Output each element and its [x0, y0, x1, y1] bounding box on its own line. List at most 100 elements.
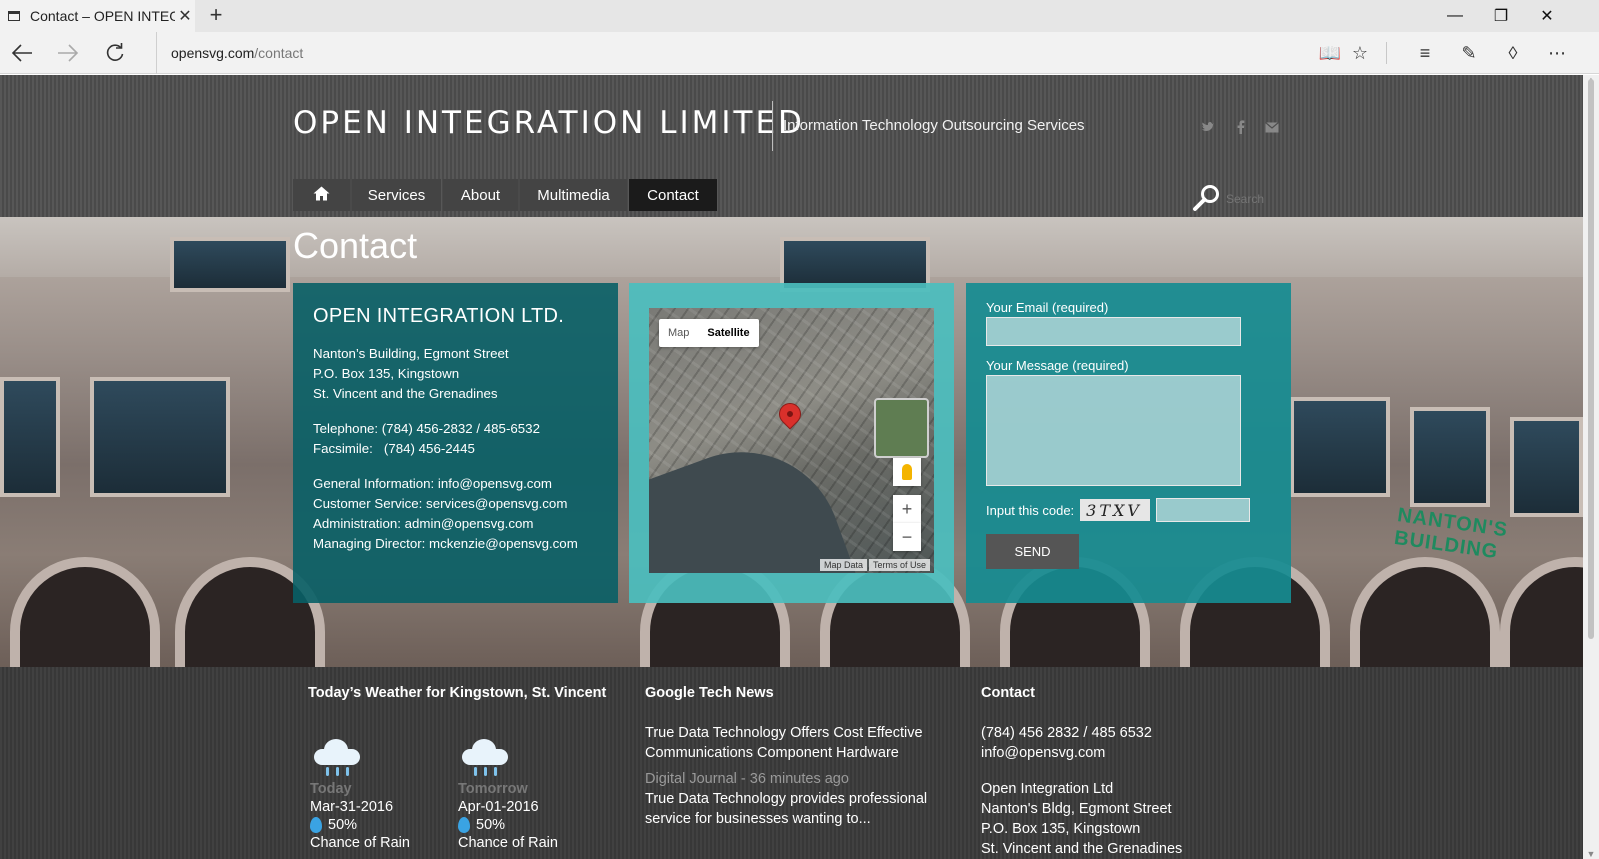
nav-multimedia[interactable]: Multimedia — [520, 179, 627, 211]
weather-day-label: Tomorrow — [458, 781, 528, 797]
contact-info-panel: OPEN INTEGRATION LTD. Nanton’s Building,… — [293, 283, 618, 603]
news-snippet: True Data Technology provides profession… — [645, 791, 928, 827]
telephone-line: Telephone: (784) 456-2832 / 485-6532 — [313, 421, 540, 436]
close-window-icon[interactable]: ✕ — [1524, 0, 1570, 32]
twitter-icon[interactable] — [1199, 119, 1217, 135]
hub-icon[interactable]: ≡ — [1409, 38, 1441, 68]
zoom-in-button[interactable]: + — [893, 495, 921, 523]
favorite-star-icon[interactable]: ☆ — [1344, 38, 1376, 68]
captcha-input[interactable] — [1156, 498, 1251, 522]
forward-icon[interactable] — [52, 38, 84, 68]
site-tagline: Information Technology Outsourcing Servi… — [783, 117, 1085, 134]
email-field[interactable] — [986, 317, 1241, 346]
site-header: OPEN INTEGRATION LIMITED Information Tec… — [0, 75, 1583, 217]
news-headline[interactable]: True Data Technology Offers Cost Effecti… — [645, 723, 945, 763]
footer-email[interactable]: info@opensvg.com — [981, 743, 1281, 763]
main-navigation: Services About Multimedia Contact — [293, 179, 719, 211]
browser-tab[interactable]: Contact – OPEN INTEGR ✕ — [0, 0, 195, 32]
new-tab-icon[interactable]: + — [204, 2, 228, 28]
refresh-icon[interactable] — [99, 38, 131, 68]
page-icon — [8, 11, 20, 21]
rain-cloud-icon — [314, 739, 362, 779]
footer-address-line: P.O. Box 135, Kingstown — [981, 821, 1141, 837]
page-title: Contact — [293, 225, 418, 266]
nav-home[interactable] — [293, 179, 350, 211]
footer-address-line: Nanton's Bldg, Egmont Street — [981, 801, 1172, 817]
search-icon[interactable] — [1192, 183, 1222, 213]
message-field[interactable] — [986, 375, 1241, 486]
contact-form-panel: Your Email (required) Your Message (requ… — [966, 283, 1291, 603]
map-field — [874, 398, 929, 458]
map-data-link[interactable]: Map Data — [819, 559, 867, 571]
street-view-pegman-icon[interactable] — [893, 458, 921, 486]
reading-view-icon[interactable]: 📖 — [1314, 38, 1346, 68]
satellite-map[interactable]: Map Satellite + − Map Data Terms of Use — [649, 308, 934, 573]
nav-contact[interactable]: Contact — [629, 179, 717, 211]
captcha-label: Input this code: — [986, 502, 1075, 518]
share-icon[interactable]: ◊ — [1497, 38, 1529, 68]
email-line: General Information: info@opensvg.com — [313, 476, 552, 491]
more-icon[interactable]: ⋯ — [1541, 38, 1573, 68]
company-name: OPEN INTEGRATION LTD. — [313, 305, 565, 327]
news-title: Google Tech News — [645, 685, 774, 701]
nav-about[interactable]: About — [443, 179, 518, 211]
address-bar: opensvg.com/contact 📖 ☆ ≡ ✎ ◊ ⋯ — [0, 32, 1599, 74]
url-field[interactable]: opensvg.com/contact — [156, 32, 1286, 74]
restore-icon[interactable]: ❐ — [1478, 0, 1524, 32]
site-title[interactable]: OPEN INTEGRATION LIMITED — [293, 105, 805, 141]
message-label: Your Message (required) — [986, 358, 1129, 373]
weather-date: Mar-31-2016 — [310, 799, 394, 815]
address-line: Nanton’s Building, Egmont Street — [313, 346, 509, 361]
scroll-thumb[interactable] — [1588, 79, 1594, 639]
map-type-satellite[interactable]: Satellite — [698, 319, 758, 347]
footer-address-line: St. Vincent and the Grenadines — [981, 841, 1183, 857]
location-pin-icon[interactable] — [774, 398, 806, 430]
captcha-row: Input this code: 3TXV — [986, 498, 1271, 522]
back-icon[interactable] — [6, 38, 38, 68]
zoom-out-button[interactable]: − — [893, 523, 921, 551]
map-water — [649, 424, 863, 573]
tab-title: Contact – OPEN INTEGR — [30, 8, 175, 24]
map-type-toggle: Map Satellite — [659, 319, 759, 347]
address-line: P.O. Box 135, Kingstown — [313, 366, 460, 381]
scroll-down-icon[interactable]: ▼ — [1586, 849, 1596, 859]
rain-cloud-icon — [462, 739, 510, 779]
building-arch — [10, 557, 160, 667]
building-window — [90, 377, 230, 497]
captcha-image: 3TXV — [1080, 499, 1151, 521]
terms-of-use-link[interactable]: Terms of Use — [868, 559, 930, 571]
address-line: St. Vincent and the Grenadines — [313, 386, 498, 401]
minimize-icon[interactable]: — — [1432, 0, 1478, 32]
footer-address-line: Open Integration Ltd — [981, 781, 1114, 797]
building-arch — [1350, 557, 1500, 667]
rain-percent: 50% — [476, 817, 506, 833]
search-input[interactable] — [1226, 189, 1296, 209]
fax-line: Facsimile: (784) 456-2445 — [313, 441, 475, 456]
building-window — [0, 377, 60, 497]
map-panel: Map Satellite + − Map Data Terms of Use — [629, 283, 954, 603]
map-type-map[interactable]: Map — [659, 319, 698, 347]
url-path: /contact — [254, 45, 304, 61]
raindrop-icon — [310, 817, 322, 833]
map-footer: Map Data Terms of Use — [819, 559, 930, 571]
toolbar-divider — [1386, 42, 1387, 64]
web-note-icon[interactable]: ✎ — [1453, 38, 1485, 68]
page-scrollbar[interactable]: ▲ ▼ — [1583, 75, 1599, 859]
nav-services[interactable]: Services — [352, 179, 441, 211]
facebook-icon[interactable] — [1232, 119, 1250, 135]
building-window — [170, 237, 290, 292]
close-tab-icon[interactable]: ✕ — [175, 6, 195, 26]
send-button[interactable]: SEND — [986, 534, 1079, 569]
email-line: Customer Service: services@opensvg.com — [313, 496, 568, 511]
weather-day-label: Today — [310, 781, 352, 797]
tech-news-widget: Google Tech News True Data Technology Of… — [645, 685, 945, 829]
url-domain: opensvg.com — [171, 45, 255, 61]
footer-phone: (784) 456 2832 / 485 6532 — [981, 725, 1152, 741]
email-label: Your Email (required) — [986, 300, 1109, 315]
weather-widget: Today’s Weather for Kingstown, St. Vince… — [308, 685, 608, 723]
title-divider — [772, 101, 773, 151]
raindrop-icon — [458, 817, 470, 833]
building-window — [1410, 407, 1490, 507]
rain-chance: 50% — [310, 817, 450, 833]
email-icon[interactable] — [1263, 119, 1281, 135]
